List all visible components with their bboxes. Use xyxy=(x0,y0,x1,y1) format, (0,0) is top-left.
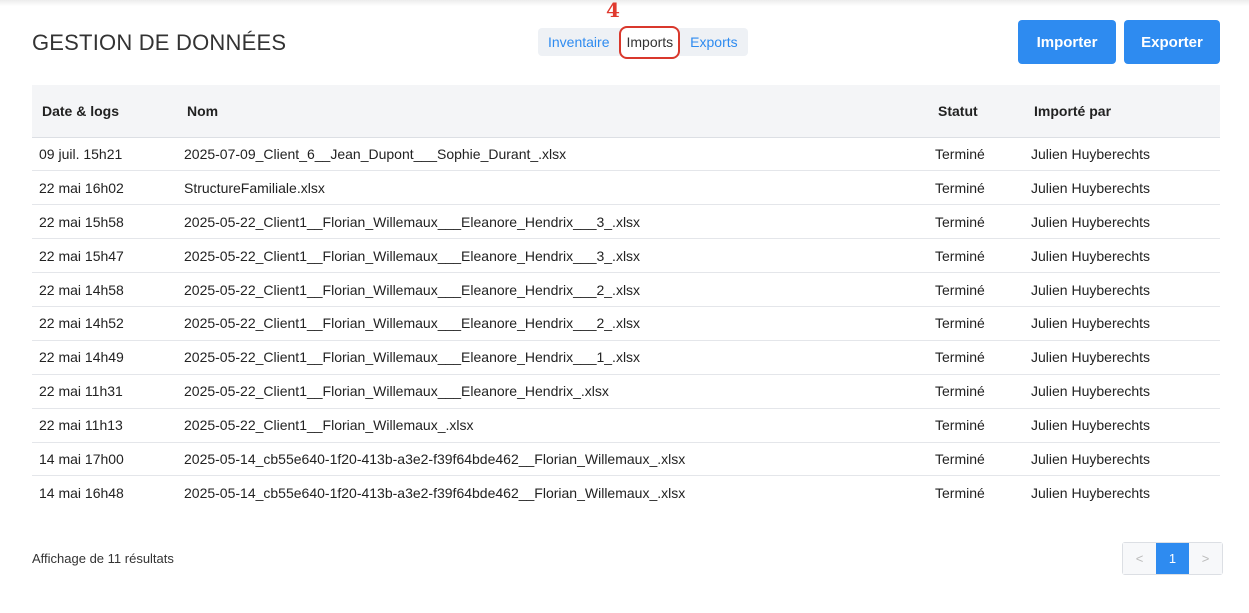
table-row[interactable]: 22 mai 14h49 2025-05-22_Client1__Florian_… xyxy=(32,340,1220,375)
cell-nom: 2025-05-22_Client1__Florian_Willemaux___… xyxy=(177,306,928,341)
cell-importe-par: Julien Huyberechts xyxy=(1024,137,1220,172)
table-row[interactable]: 22 mai 14h58 2025-05-22_Client1__Florian_… xyxy=(32,272,1220,307)
cell-importe-par: Julien Huyberechts xyxy=(1024,442,1220,477)
pagination-next-button[interactable]: > xyxy=(1189,543,1222,574)
column-header-importe-par[interactable]: Importé par xyxy=(1024,85,1220,138)
cell-importe-par: Julien Huyberechts xyxy=(1024,306,1220,341)
cell-date: 22 mai 11h31 xyxy=(32,374,177,409)
cell-importe-par: Julien Huyberechts xyxy=(1031,485,1151,502)
cell-statut: Terminé xyxy=(935,485,985,502)
pagination-prev-button[interactable]: < xyxy=(1123,543,1156,574)
table-row[interactable]: 22 mai 11h31 2025-05-22_Client1__Florian_… xyxy=(32,374,1220,409)
cell-importe-par: Julien Huyberechts xyxy=(1024,238,1220,274)
cell-nom: StructureFamiliale.xlsx xyxy=(177,170,928,206)
tab-exports[interactable]: Exports xyxy=(682,28,745,56)
cell-nom: 2025-05-14_cb55e640-1f20-413b-a3e2-f39f6… xyxy=(177,442,928,477)
table-header-row: Date & logs Nom Statut Importé par xyxy=(32,85,1220,138)
step-annotation-number: 4 xyxy=(606,0,620,22)
cell-importe-par: Julien Huyberechts xyxy=(1024,272,1220,307)
pagination: < 1 > xyxy=(1122,542,1223,575)
pagination-page-button[interactable]: 1 xyxy=(1156,543,1189,574)
tab-imports[interactable]: Imports xyxy=(619,25,681,59)
column-header-statut[interactable]: Statut xyxy=(928,85,1024,138)
column-header-nom[interactable]: Nom xyxy=(177,85,928,138)
cell-date: 14 mai 17h00 xyxy=(32,442,177,477)
table-row[interactable]: 09 juil. 15h21 2025-07-09_Client_6__Jean_… xyxy=(32,137,1220,172)
cell-importe-par: Julien Huyberechts xyxy=(1024,340,1220,375)
cell-nom: 2025-05-22_Client1__Florian_Willemaux___… xyxy=(177,238,928,274)
import-button[interactable]: Importer xyxy=(1018,20,1116,64)
cell-date: 22 mai 16h02 xyxy=(32,170,177,206)
column-header-date[interactable]: Date & logs xyxy=(32,85,177,138)
cell-importe-par: Julien Huyberechts xyxy=(1024,408,1220,443)
table-row[interactable]: 14 mai 17h00 2025-05-14_cb55e640-1f20-413… xyxy=(32,442,1220,477)
cell-statut: Terminé xyxy=(928,204,1024,240)
cell-importe-par: Julien Huyberechts xyxy=(1024,170,1220,206)
table-row[interactable]: 22 mai 15h58 2025-05-22_Client1__Florian_… xyxy=(32,204,1220,240)
cell-nom: 2025-07-09_Client_6__Jean_Dupont___Sophi… xyxy=(177,137,928,172)
cell-statut: Terminé xyxy=(928,170,1024,206)
table-row[interactable]: 22 mai 14h52 2025-05-22_Client1__Florian_… xyxy=(32,306,1220,341)
cell-statut: Terminé xyxy=(928,137,1024,172)
cell-date: 14 mai 16h48 xyxy=(39,485,124,502)
results-count: Affichage de 11 résultats xyxy=(32,551,174,566)
imports-table: Date & logs Nom Statut Importé par 09 ju… xyxy=(32,85,1220,510)
page: GESTION DE DONNÉES 4 Inventaire Imports … xyxy=(0,0,1249,613)
cell-nom: 2025-05-14_cb55e640-1f20-413b-a3e2-f39f6… xyxy=(184,485,686,502)
cell-statut: Terminé xyxy=(928,272,1024,307)
cell-statut: Terminé xyxy=(928,340,1024,375)
table-body: 09 juil. 15h21 2025-07-09_Client_6__Jean_… xyxy=(32,137,1220,510)
cell-date: 22 mai 14h58 xyxy=(32,272,177,307)
cell-date: 22 mai 14h49 xyxy=(32,340,177,375)
cell-nom: 2025-05-22_Client1__Florian_Willemaux___… xyxy=(177,204,928,240)
cell-statut: Terminé xyxy=(928,442,1024,477)
cell-importe-par: Julien Huyberechts xyxy=(1024,374,1220,409)
cell-date: 22 mai 14h52 xyxy=(32,306,177,341)
cell-nom: 2025-05-22_Client1__Florian_Willemaux_.x… xyxy=(177,408,928,443)
table-row[interactable]: 22 mai 16h02 StructureFamiliale.xlsx Termi… xyxy=(32,170,1220,206)
export-button[interactable]: Exporter xyxy=(1124,20,1220,64)
cell-date: 22 mai 15h47 xyxy=(32,238,177,274)
cell-statut: Terminé xyxy=(928,238,1024,274)
cell-nom: 2025-05-22_Client1__Florian_Willemaux___… xyxy=(177,374,928,409)
table-row[interactable]: 22 mai 11h13 2025-05-22_Client1__Florian_… xyxy=(32,408,1220,443)
cell-date: 22 mai 11h13 xyxy=(32,408,177,443)
tab-inventaire[interactable]: Inventaire xyxy=(540,28,617,56)
table-row[interactable]: 22 mai 15h47 2025-05-22_Client1__Florian_… xyxy=(32,238,1220,274)
page-title: GESTION DE DONNÉES xyxy=(32,30,287,55)
table-row[interactable]: 14 mai 16h48 2025-05-14_cb55e640-1f20-413… xyxy=(32,476,1220,510)
cell-date: 09 juil. 15h21 xyxy=(32,137,177,172)
cell-nom: 2025-05-22_Client1__Florian_Willemaux___… xyxy=(177,272,928,307)
cell-importe-par: Julien Huyberechts xyxy=(1024,204,1220,240)
cell-nom: 2025-05-22_Client1__Florian_Willemaux___… xyxy=(177,340,928,375)
cell-statut: Terminé xyxy=(928,374,1024,409)
top-shadow xyxy=(0,0,1249,6)
cell-date: 22 mai 15h58 xyxy=(32,204,177,240)
cell-statut: Terminé xyxy=(928,408,1024,443)
cell-statut: Terminé xyxy=(928,306,1024,341)
tab-group: Inventaire Imports Exports xyxy=(538,25,748,59)
